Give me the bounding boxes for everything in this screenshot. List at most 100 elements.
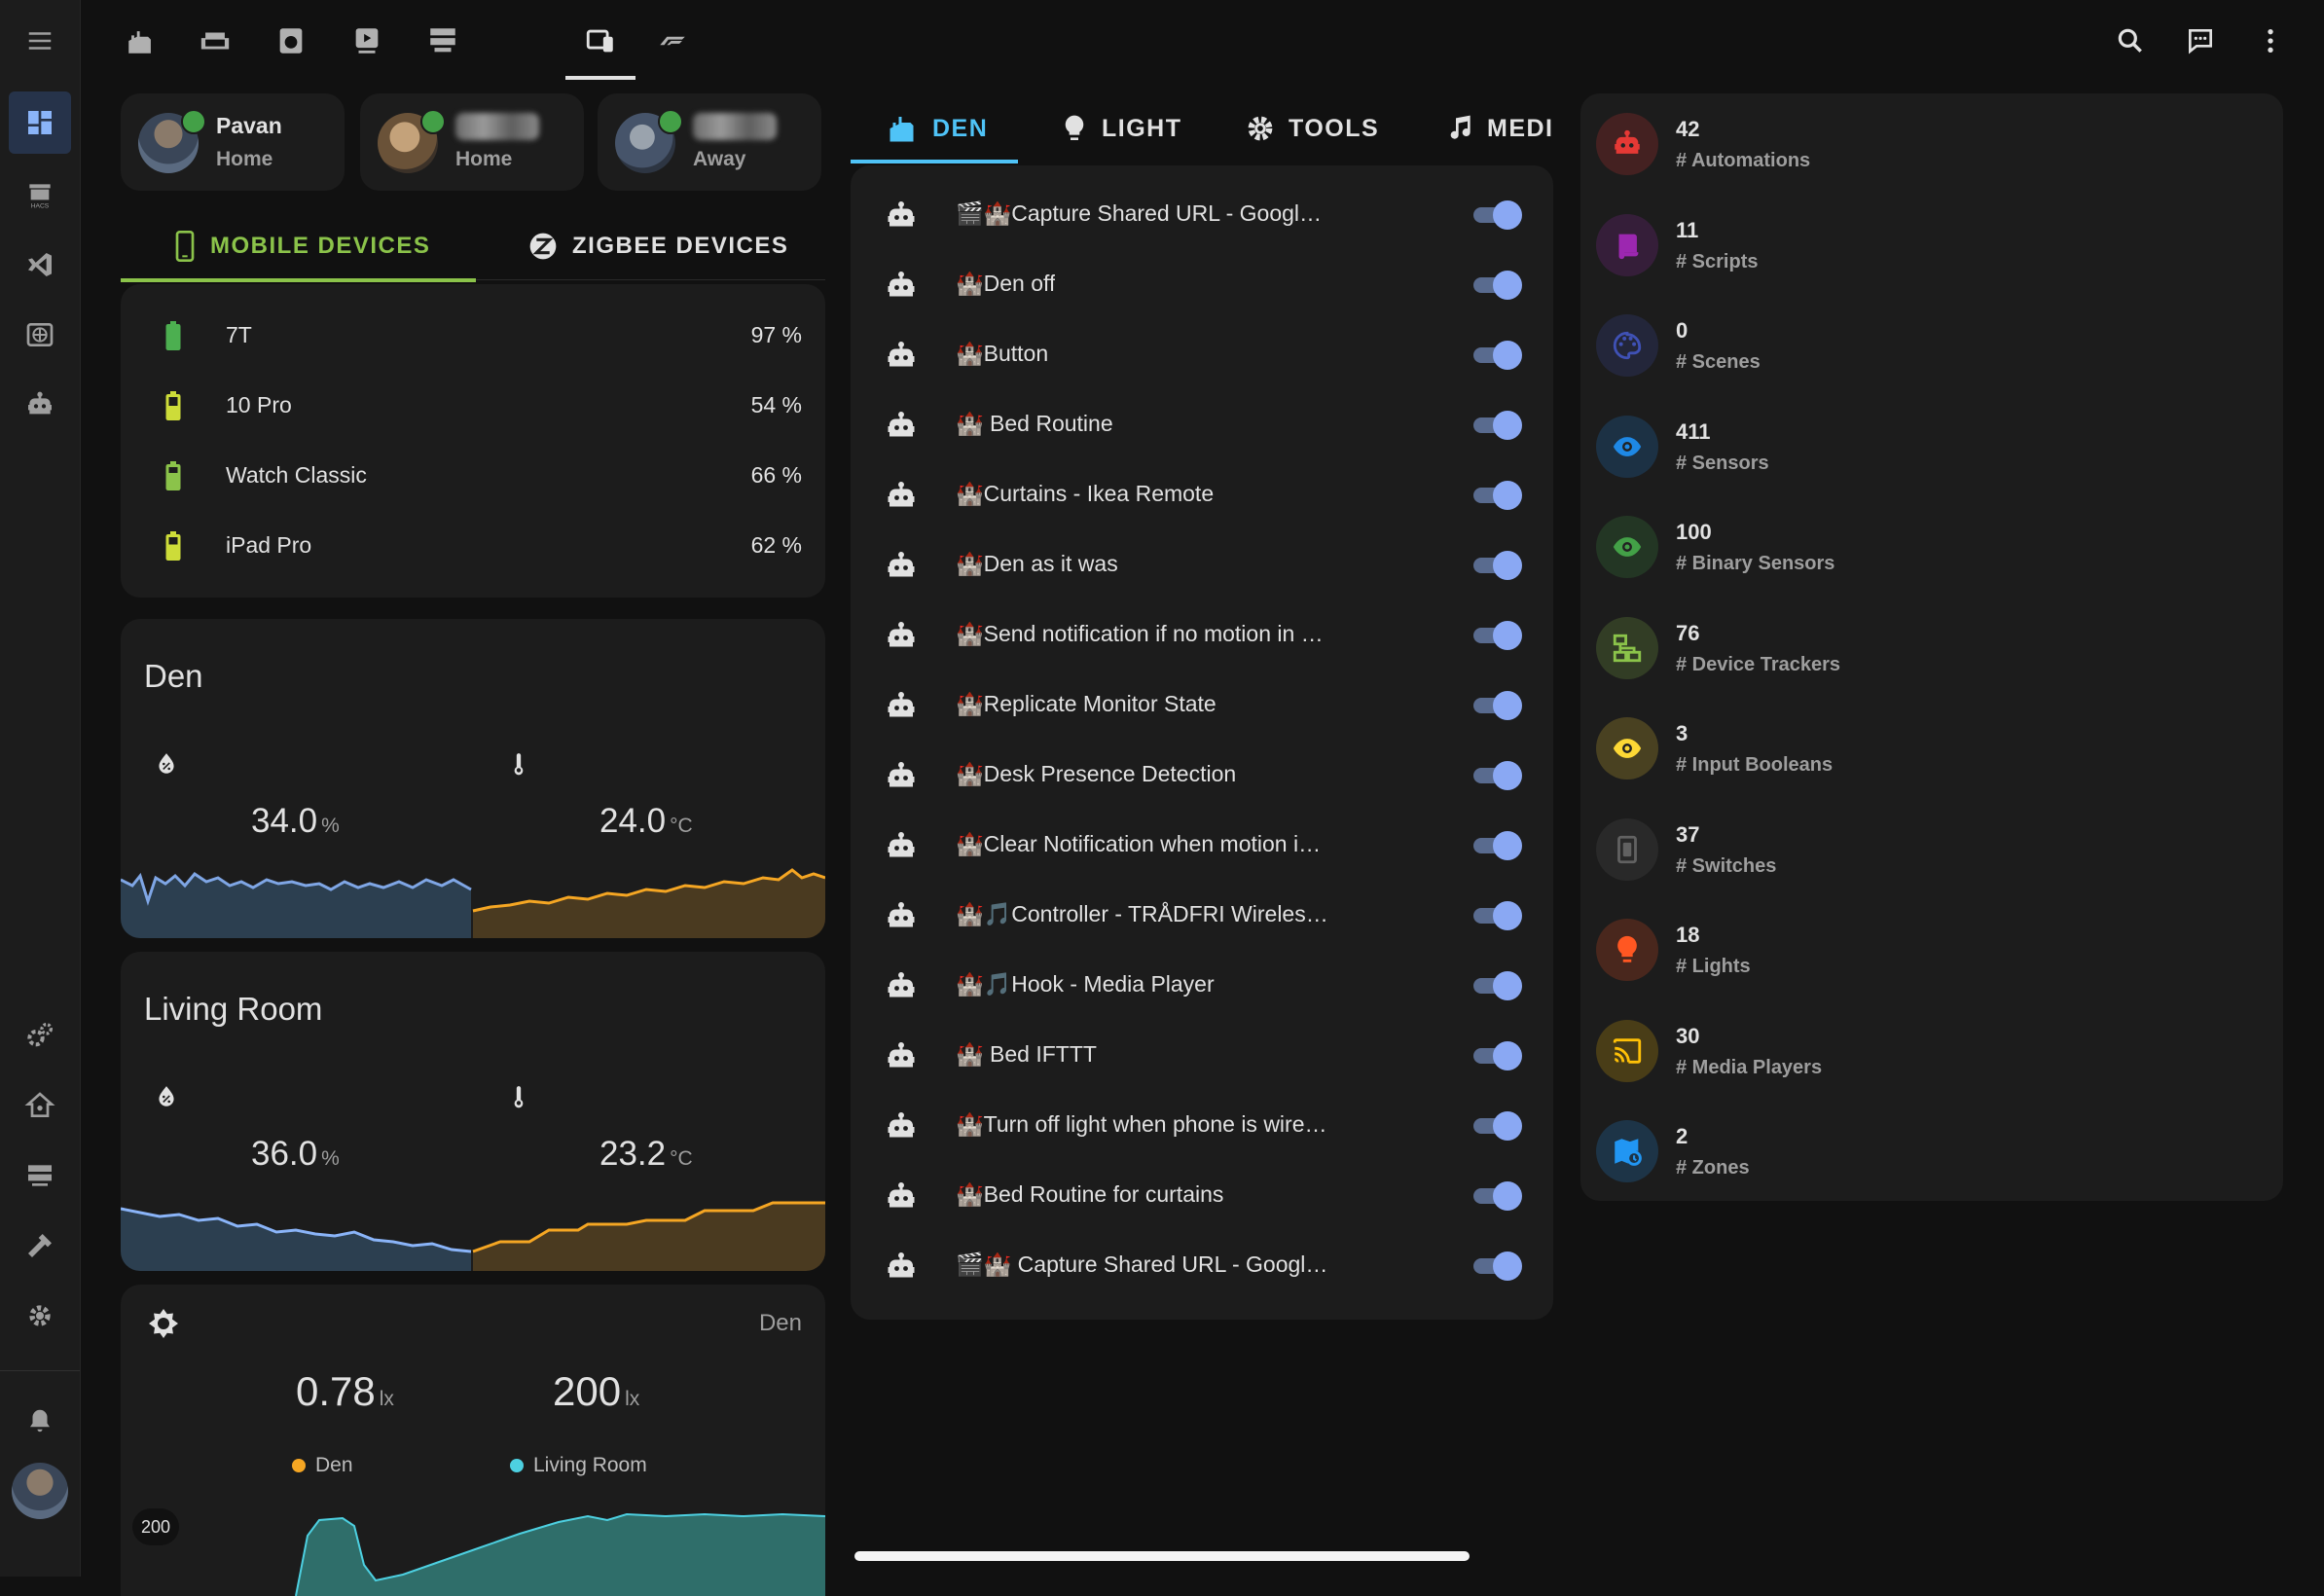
illuminance-value-1: 0.78 lx [296,1368,394,1415]
automation-row[interactable]: 🎬🏰 Capture Shared URL - Google TV 2 [851,1230,1553,1300]
entity-count-row[interactable]: 0 # Scenes [1580,295,2283,396]
automation-toggle[interactable] [1470,1041,1524,1070]
temperature-number: 24.0 [599,802,667,840]
web-icon[interactable] [9,304,71,366]
settings-cogs-icon[interactable] [9,1004,71,1067]
entity-count-row[interactable]: 3 # Input Booleans [1580,698,2283,799]
automation-toggle[interactable] [1470,621,1524,650]
f1-tab-icon[interactable] [645,14,700,68]
automation-toggle[interactable] [1470,481,1524,510]
devices-tab-icon[interactable] [573,14,628,68]
eye-icon [1596,415,1658,478]
automation-row[interactable]: 🏰Desk Presence Detection [851,740,1553,810]
automation-toggle[interactable] [1470,831,1524,860]
den-sensor-card[interactable]: Den 34.0% 24.0 °C [121,619,825,938]
tab-light[interactable]: LIGHT [1059,97,1182,160]
entity-count-row[interactable]: 2 # Zones [1580,1101,2283,1202]
menu-icon[interactable] [9,10,71,72]
toggle-knob [1493,481,1522,510]
castle-tab-icon[interactable] [114,14,168,68]
entity-count-label: # Lights [1676,956,1751,977]
battery-50-icon [165,391,181,420]
automation-toggle[interactable] [1470,1181,1524,1211]
tab-media[interactable]: MEDI [1444,97,1553,160]
toggle-knob [1493,341,1522,370]
person-card[interactable]: Home [360,93,584,191]
hacs-icon[interactable]: HACS [9,163,71,226]
entity-count-row[interactable]: 411 # Sensors [1580,396,2283,497]
living-room-sensor-card[interactable]: Living Room 36.0% 23.2 °C [121,952,825,1271]
automation-row[interactable]: 🏰Den as it was [851,529,1553,599]
tab-zigbee-devices[interactable]: ZIGBEE DEVICES [527,212,788,280]
robot-icon[interactable] [9,374,71,436]
illuminance-card[interactable]: Den 0.78 lx 200 lx Den Living Room 200 [121,1285,825,1596]
list-item[interactable]: iPad Pro 62 % [121,510,825,580]
tab-mobile-devices[interactable]: MOBILE DEVICES [173,212,430,280]
automation-toggle[interactable] [1470,1111,1524,1141]
humidity-number: 34.0 [251,802,318,840]
tab-den[interactable]: DEN [886,97,988,160]
notifications-bell-icon[interactable] [9,1390,71,1452]
entity-count-row[interactable]: 100 # Binary Sensors [1580,496,2283,598]
search-icon[interactable] [2103,14,2158,68]
monitor-play-tab-icon[interactable] [340,14,394,68]
vscode-icon[interactable] [9,234,71,296]
automation-toggle[interactable] [1470,971,1524,1000]
sofa-tab-icon[interactable] [188,14,242,68]
automation-row[interactable]: 🏰Button [851,319,1553,389]
hammer-icon[interactable] [9,1215,71,1277]
user-avatar[interactable] [9,1460,71,1522]
automation-row[interactable]: 🏰 Bed IFTTT [851,1020,1553,1090]
automation-toggle[interactable] [1470,271,1524,300]
active-tab-indicator [565,76,635,80]
automation-row[interactable]: 🏰 Bed Routine [851,389,1553,459]
automation-row[interactable]: 🏰Curtains - Ikea Remote [851,459,1553,529]
entity-count-row[interactable]: 42 # Automations [1580,93,2283,195]
entity-count-row[interactable]: 37 # Switches [1580,799,2283,900]
automation-row[interactable]: 🏰Clear Notification when motion is detec… [851,810,1553,880]
thermometer-icon [514,1086,524,1108]
list-item[interactable]: 10 Pro 54 % [121,370,825,440]
automation-toggle[interactable] [1470,341,1524,370]
automation-row[interactable]: 🏰🎵Controller - TRÅDFRI Wireless 5-Button… [851,880,1553,950]
automation-toggle[interactable] [1470,901,1524,930]
entity-count-row[interactable]: 18 # Lights [1580,899,2283,1000]
script-icon [1596,213,1658,276]
automation-row[interactable]: 🎬🏰Capture Shared URL - Google TV [851,179,1553,249]
tab-tools[interactable]: TOOLS [1244,97,1379,160]
temperature-unit: °C [670,815,693,837]
washing-machine-tab-icon[interactable] [264,14,318,68]
list-item[interactable]: 7T 97 % [121,300,825,370]
home-assistant-icon[interactable] [9,1074,71,1137]
robot-icon [884,1109,919,1144]
room-title: Living Room [144,991,323,1027]
entity-count-row[interactable]: 30 # Media Players [1580,1000,2283,1102]
server-icon[interactable] [9,1144,71,1207]
settings-icon[interactable] [9,1285,71,1347]
automation-toggle[interactable] [1470,691,1524,720]
automation-toggle[interactable] [1470,1251,1524,1281]
server-tab-icon[interactable] [416,14,470,68]
automation-row[interactable]: 🏰🎵Hook - Media Player [851,950,1553,1020]
more-vert-icon[interactable] [2243,14,2298,68]
horizontal-scrollbar[interactable] [854,1551,1470,1561]
automation-row[interactable]: 🏰Bed Routine for curtains [851,1160,1553,1230]
automation-toggle[interactable] [1470,411,1524,440]
humidity-unit: % [321,815,340,837]
dashboard-icon[interactable] [9,91,71,154]
entity-count-row[interactable]: 11 # Scripts [1580,195,2283,296]
person-card[interactable]: Pavan Home [121,93,345,191]
automation-toggle[interactable] [1470,551,1524,580]
automation-row[interactable]: 🏰Den off [851,249,1553,319]
person-card[interactable]: Away [598,93,821,191]
automation-toggle[interactable] [1470,761,1524,790]
automation-name: 🎬🏰Capture Shared URL - Google TV [956,200,1329,226]
automation-row[interactable]: 🏰Turn off light when phone is wireless c… [851,1090,1553,1160]
list-item[interactable]: Watch Classic 66 % [121,440,825,510]
view-tabs: DEN LIGHT TOOLS MEDI [851,97,1553,163]
entity-count-row[interactable]: 76 # Device Trackers [1580,598,2283,699]
automation-toggle[interactable] [1470,200,1524,230]
assist-chat-icon[interactable] [2173,14,2228,68]
automation-row[interactable]: 🏰Send notification if no motion in Den [851,599,1553,670]
automation-row[interactable]: 🏰Replicate Monitor State [851,670,1553,740]
